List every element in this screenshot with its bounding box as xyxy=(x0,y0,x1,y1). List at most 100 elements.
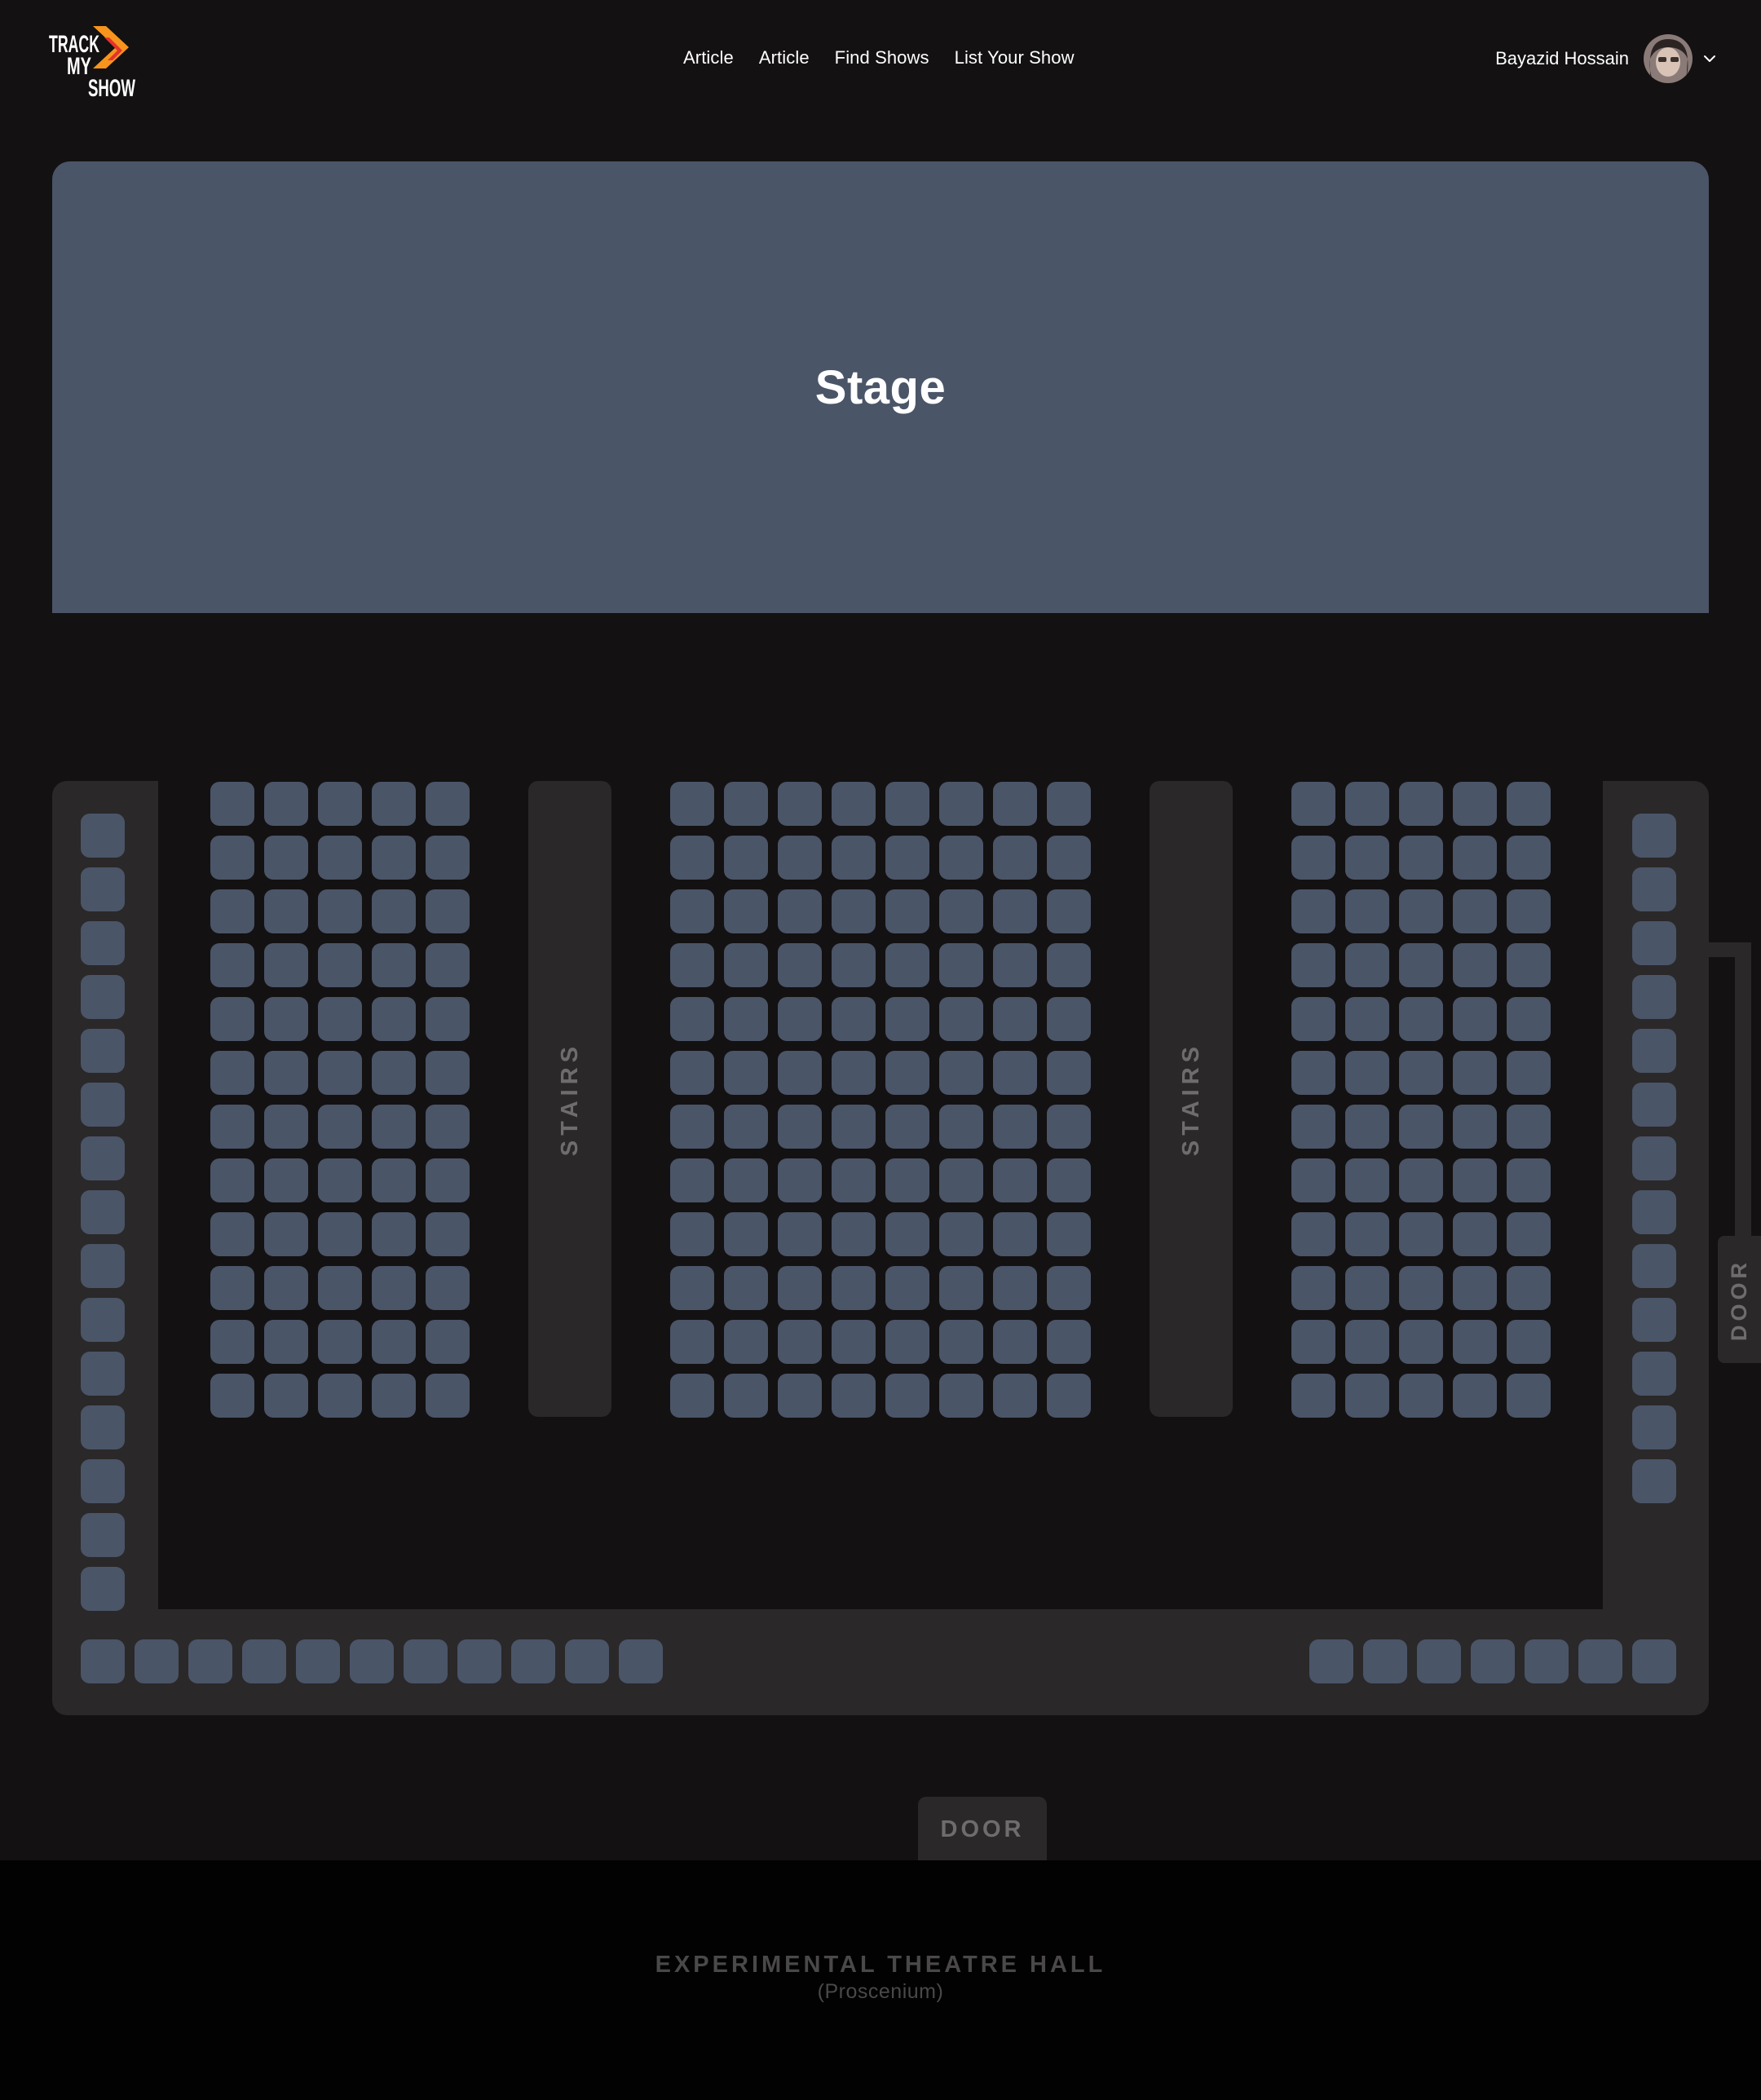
seat-center-block[interactable] xyxy=(939,1212,983,1256)
seat-center-block[interactable] xyxy=(939,1320,983,1364)
seat-right-block[interactable] xyxy=(1345,1105,1389,1149)
seat-right-block[interactable] xyxy=(1453,1158,1497,1202)
seat-right-side[interactable] xyxy=(1632,1029,1676,1073)
seat-right-block[interactable] xyxy=(1345,997,1389,1041)
seat-center-block[interactable] xyxy=(885,1158,929,1202)
seat-right-block[interactable] xyxy=(1291,1105,1335,1149)
seat-right-block[interactable] xyxy=(1453,836,1497,880)
seat-center-block[interactable] xyxy=(1047,997,1091,1041)
seat-left-block[interactable] xyxy=(318,1158,362,1202)
seat-left-block[interactable] xyxy=(264,1051,308,1095)
seat-center-block[interactable] xyxy=(832,836,876,880)
seat-right-block[interactable] xyxy=(1399,1266,1443,1310)
seat-left-block[interactable] xyxy=(426,1158,470,1202)
seat-right-block[interactable] xyxy=(1507,1212,1551,1256)
seat-right-block[interactable] xyxy=(1291,836,1335,880)
track-my-show-logo[interactable]: TRACK MY SHOW xyxy=(47,23,145,98)
seat-center-block[interactable] xyxy=(778,1266,822,1310)
seat-left-side[interactable] xyxy=(81,1083,125,1127)
seat-right-block[interactable] xyxy=(1507,943,1551,987)
seat-bottom-row[interactable] xyxy=(457,1639,501,1683)
seat-right-block[interactable] xyxy=(1507,1266,1551,1310)
seat-center-block[interactable] xyxy=(885,1320,929,1364)
seat-right-block[interactable] xyxy=(1453,1051,1497,1095)
seat-left-side[interactable] xyxy=(81,1029,125,1073)
seat-center-block[interactable] xyxy=(885,782,929,826)
seat-center-block[interactable] xyxy=(939,1051,983,1095)
seat-center-block[interactable] xyxy=(1047,1320,1091,1364)
seat-right-side[interactable] xyxy=(1632,1459,1676,1503)
seat-right-block[interactable] xyxy=(1399,836,1443,880)
seat-left-side[interactable] xyxy=(81,1136,125,1180)
seat-right-block[interactable] xyxy=(1345,1158,1389,1202)
seat-left-block[interactable] xyxy=(318,1212,362,1256)
seat-right-block[interactable] xyxy=(1399,1320,1443,1364)
seat-right-block[interactable] xyxy=(1399,1158,1443,1202)
seat-left-block[interactable] xyxy=(264,1105,308,1149)
seat-center-block[interactable] xyxy=(1047,1374,1091,1418)
seat-left-block[interactable] xyxy=(318,782,362,826)
seat-right-block[interactable] xyxy=(1291,1374,1335,1418)
seat-left-block[interactable] xyxy=(264,1266,308,1310)
user-menu[interactable]: Bayazid Hossain xyxy=(1495,34,1719,83)
seat-right-block[interactable] xyxy=(1399,1374,1443,1418)
seat-center-block[interactable] xyxy=(939,1158,983,1202)
seat-center-block[interactable] xyxy=(724,1158,768,1202)
seat-left-block[interactable] xyxy=(372,782,416,826)
seat-left-block[interactable] xyxy=(426,1212,470,1256)
seat-right-block[interactable] xyxy=(1453,1266,1497,1310)
seat-bottom-row[interactable] xyxy=(242,1639,286,1683)
seat-bottom-row[interactable] xyxy=(619,1639,663,1683)
seat-center-block[interactable] xyxy=(778,782,822,826)
seat-center-block[interactable] xyxy=(1047,1158,1091,1202)
seat-left-block[interactable] xyxy=(210,1320,254,1364)
seat-right-block[interactable] xyxy=(1399,1105,1443,1149)
seat-center-block[interactable] xyxy=(885,889,929,933)
seat-right-side[interactable] xyxy=(1632,1405,1676,1449)
seat-center-block[interactable] xyxy=(993,943,1037,987)
seat-center-block[interactable] xyxy=(993,1320,1037,1364)
seat-center-block[interactable] xyxy=(832,1374,876,1418)
seat-center-block[interactable] xyxy=(724,1051,768,1095)
seat-right-block[interactable] xyxy=(1453,889,1497,933)
seat-center-block[interactable] xyxy=(885,1374,929,1418)
seat-right-side[interactable] xyxy=(1632,1083,1676,1127)
avatar[interactable] xyxy=(1644,34,1693,83)
seat-center-block[interactable] xyxy=(1047,1212,1091,1256)
seat-left-side[interactable] xyxy=(81,1513,125,1557)
seat-center-block[interactable] xyxy=(778,1320,822,1364)
seat-right-block[interactable] xyxy=(1291,943,1335,987)
seat-right-side[interactable] xyxy=(1632,1352,1676,1396)
seat-center-block[interactable] xyxy=(993,1051,1037,1095)
seat-center-block[interactable] xyxy=(1047,1051,1091,1095)
seat-right-side[interactable] xyxy=(1632,1244,1676,1288)
seat-center-block[interactable] xyxy=(993,1212,1037,1256)
seat-left-block[interactable] xyxy=(426,782,470,826)
seat-right-block[interactable] xyxy=(1399,889,1443,933)
seat-center-block[interactable] xyxy=(724,1212,768,1256)
seat-left-block[interactable] xyxy=(372,1158,416,1202)
seat-center-block[interactable] xyxy=(670,1051,714,1095)
seat-right-block[interactable] xyxy=(1399,1051,1443,1095)
seat-right-block[interactable] xyxy=(1399,943,1443,987)
seat-bottom-row[interactable] xyxy=(350,1639,394,1683)
seat-right-block[interactable] xyxy=(1507,1105,1551,1149)
seat-bottom-row[interactable] xyxy=(1417,1639,1461,1683)
seat-center-block[interactable] xyxy=(778,889,822,933)
seat-center-block[interactable] xyxy=(724,1266,768,1310)
seat-left-block[interactable] xyxy=(372,943,416,987)
seat-left-block[interactable] xyxy=(426,997,470,1041)
seat-center-block[interactable] xyxy=(1047,1266,1091,1310)
seat-right-block[interactable] xyxy=(1291,1266,1335,1310)
seat-center-block[interactable] xyxy=(993,1105,1037,1149)
seat-right-block[interactable] xyxy=(1345,1374,1389,1418)
seat-center-block[interactable] xyxy=(1047,836,1091,880)
seat-center-block[interactable] xyxy=(993,782,1037,826)
nav-link-list-your-show[interactable]: List Your Show xyxy=(955,47,1075,68)
seat-left-block[interactable] xyxy=(318,1266,362,1310)
seat-center-block[interactable] xyxy=(832,1320,876,1364)
seat-bottom-row[interactable] xyxy=(511,1639,555,1683)
seat-bottom-row[interactable] xyxy=(565,1639,609,1683)
seat-bottom-row[interactable] xyxy=(1309,1639,1353,1683)
seat-left-side[interactable] xyxy=(81,1567,125,1611)
